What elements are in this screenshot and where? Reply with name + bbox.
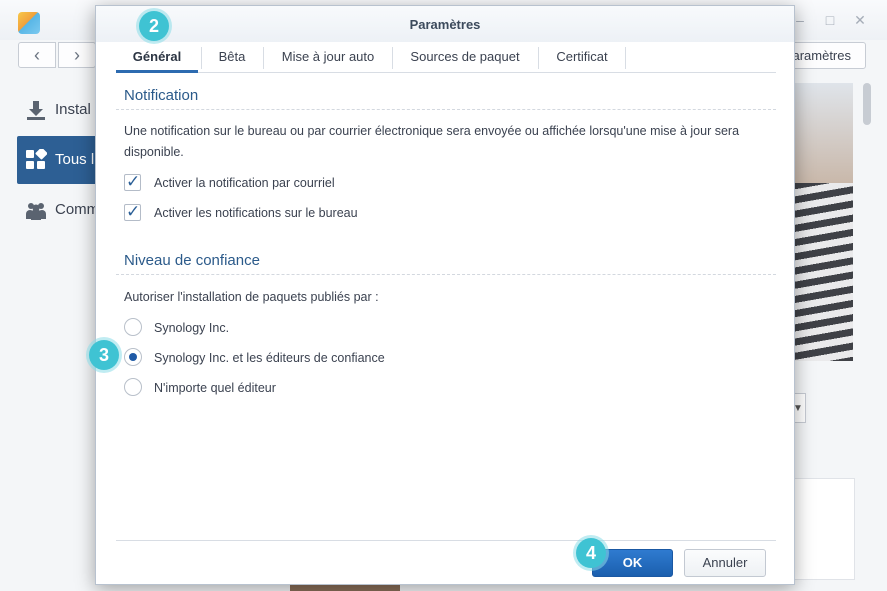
trust-level-prompt: Autoriser l'installation de paquets publ… (124, 290, 379, 304)
checkmark-icon: ✓ (126, 172, 141, 191)
active-tab-indicator (116, 70, 198, 73)
step-badge-2: 2 (139, 11, 169, 41)
checkmark-icon: ✓ (126, 202, 141, 221)
tab-beta[interactable]: Bêta (202, 42, 262, 72)
sidebar-item-label: Tous l (55, 151, 95, 168)
dialog-header: Paramètres (96, 6, 794, 42)
step-badge-4: 4 (576, 538, 606, 568)
step-badge-3: 3 (89, 340, 119, 370)
option-label: Activer la notification par courriel (154, 176, 335, 190)
section-divider (116, 109, 776, 110)
radio-button[interactable] (124, 378, 142, 396)
tab-general[interactable]: Général (116, 42, 198, 72)
community-icon (26, 203, 46, 220)
scrollbar[interactable] (863, 83, 871, 125)
dialog-title: Paramètres (409, 17, 481, 32)
trust-level-section-title: Niveau de confiance (124, 252, 260, 269)
banner-image-top (793, 83, 853, 183)
footer-divider (116, 540, 776, 541)
radio-button-selected[interactable] (124, 348, 142, 366)
cancel-button[interactable]: Annuler (684, 549, 766, 577)
notification-section-title: Notification (124, 87, 199, 104)
option-label: N'importe quel éditeur (154, 381, 276, 395)
option-label: Synology Inc. (154, 321, 230, 335)
email-notification-checkbox[interactable]: ✓ (124, 172, 141, 191)
radio-button[interactable] (124, 318, 142, 336)
tab-certificate[interactable]: Certificat (539, 42, 625, 72)
settings-dialog: Paramètres Général Bêta Mise à jour auto… (95, 5, 795, 585)
desktop-notification-checkbox[interactable]: ✓ (124, 202, 141, 221)
tab-package-sources[interactable]: Sources de paquet (393, 42, 537, 72)
maximize-icon[interactable]: □ (822, 12, 838, 28)
section-divider (116, 274, 776, 275)
tab-divider (625, 47, 626, 69)
notification-description: Une notification sur le bureau ou par co… (124, 124, 740, 159)
package-center-icon (18, 12, 40, 34)
option-label: Synology Inc. et les éditeurs de confian… (154, 351, 385, 365)
sidebar-item-label: Instal (55, 101, 91, 118)
grid-icon (26, 149, 47, 169)
package-card (793, 478, 855, 580)
tab-auto-update[interactable]: Mise à jour auto (264, 42, 392, 72)
download-icon (27, 101, 45, 120)
back-button[interactable]: ‹ (18, 42, 56, 68)
option-label: Activer les notifications sur le bureau (154, 206, 358, 220)
forward-button[interactable]: › (58, 42, 96, 68)
tab-underline (116, 72, 776, 73)
sidebar-item-label: Comm (55, 201, 100, 218)
close-icon[interactable]: ✕ (852, 12, 868, 28)
